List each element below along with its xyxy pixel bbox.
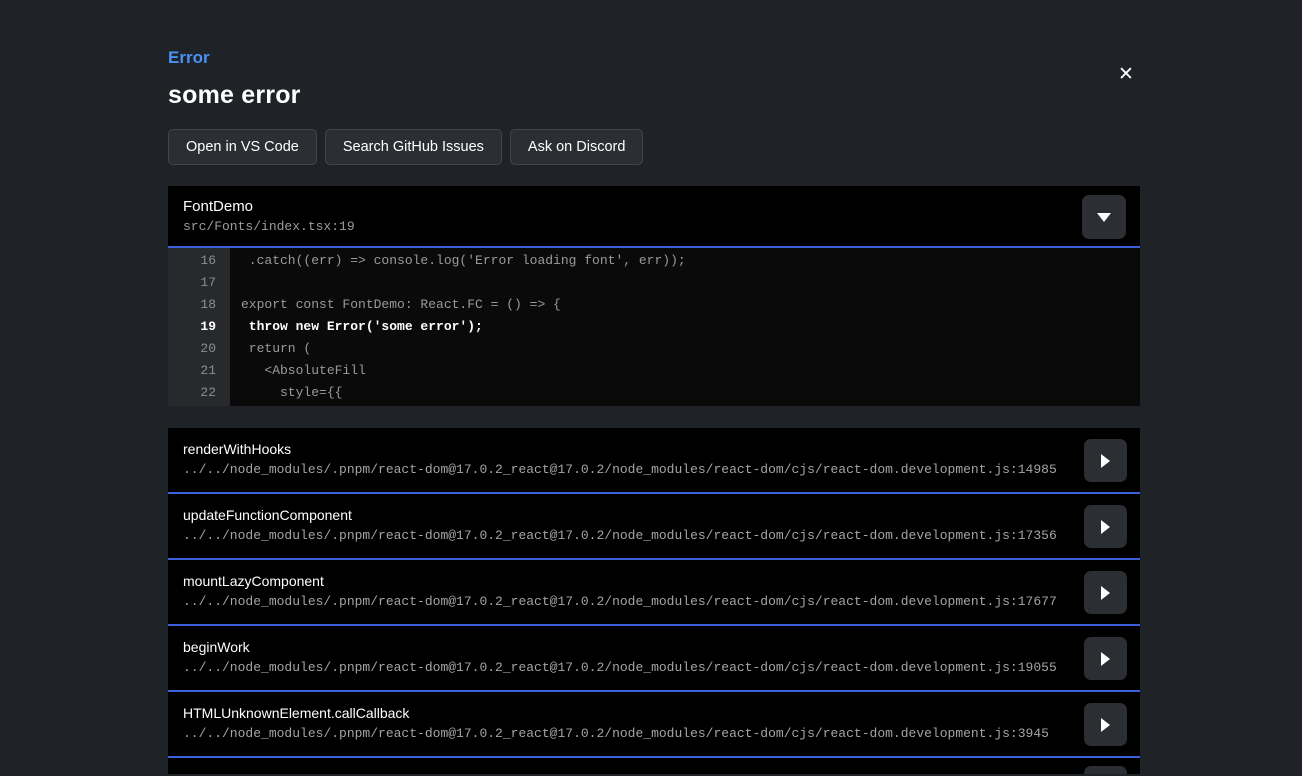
play-right-icon: [1101, 520, 1110, 534]
line-number: 20: [168, 338, 230, 360]
frame-source-path: ../../node_modules/.pnpm/react-dom@17.0.…: [183, 462, 1070, 477]
code-text: throw new Error('some error');: [230, 316, 483, 338]
code-snippet: 16 .catch((err) => console.log('Error lo…: [168, 248, 1140, 406]
stack-frame: renderWithHooks ../../node_modules/.pnpm/…: [168, 428, 1140, 494]
error-message: some error: [168, 81, 1140, 110]
error-overlay: ✕ Error some error Open in VS Code Searc…: [0, 0, 1302, 776]
code-frame-title: FontDemo: [183, 198, 1140, 215]
code-frame-location: src/Fonts/index.tsx:19: [183, 219, 1140, 234]
frame-function-name: beginWork: [183, 639, 1070, 655]
frame-function-name: HTMLUnknownElement.callCallback: [183, 705, 1070, 721]
code-text: return (: [230, 338, 311, 360]
stack-trace-list: renderWithHooks ../../node_modules/.pnpm/…: [168, 428, 1140, 774]
chevron-down-icon: [1097, 213, 1111, 222]
code-text: [230, 272, 241, 294]
line-number: 22: [168, 382, 230, 404]
frame-function-name: updateFunctionComponent: [183, 507, 1070, 523]
frame-source-path: ../../node_modules/.pnpm/react-dom@17.0.…: [183, 594, 1070, 609]
stack-frame: HTMLUnknownElement.callCallback ../../nod…: [168, 692, 1140, 758]
frame-function-name: mountLazyComponent: [183, 573, 1070, 589]
expand-frame-button[interactable]: [1084, 505, 1127, 548]
code-line-22: 22 style={{: [168, 382, 1140, 404]
line-number: 18: [168, 294, 230, 316]
code-text: style={{: [230, 382, 342, 404]
frame-source-path: ../../node_modules/.pnpm/react-dom@17.0.…: [183, 726, 1070, 741]
code-line-21: 21 <AbsoluteFill: [168, 360, 1140, 382]
stack-frame: updateFunctionComponent ../../node_module…: [168, 494, 1140, 560]
expand-frame-button[interactable]: [1084, 571, 1127, 614]
frame-source-path: ../../node_modules/.pnpm/react-dom@17.0.…: [183, 660, 1070, 675]
line-number: 16: [168, 250, 230, 272]
action-button-row: Open in VS Code Search GitHub Issues Ask…: [168, 129, 1140, 165]
line-number: 21: [168, 360, 230, 382]
code-line-16: 16 .catch((err) => console.log('Error lo…: [168, 250, 1140, 272]
code-frame-panel: FontDemo src/Fonts/index.tsx:19 16 .catc…: [168, 186, 1140, 406]
error-content: Error some error Open in VS Code Search …: [168, 0, 1140, 774]
ask-on-discord-button[interactable]: Ask on Discord: [510, 129, 644, 165]
code-text: export const FontDemo: React.FC = () => …: [230, 294, 561, 316]
expand-frame-button[interactable]: [1084, 439, 1127, 482]
code-line-19: 19 throw new Error('some error');: [168, 316, 1140, 338]
stack-frame: beginWork ../../node_modules/.pnpm/react-…: [168, 626, 1140, 692]
code-line-18: 18export const FontDemo: React.FC = () =…: [168, 294, 1140, 316]
code-line-20: 20 return (: [168, 338, 1140, 360]
expand-frame-button[interactable]: [1084, 766, 1127, 774]
code-text: .catch((err) => console.log('Error loadi…: [230, 250, 686, 272]
frame-source-path: ../../node_modules/.pnpm/react-dom@17.0.…: [183, 528, 1070, 543]
search-github-issues-button[interactable]: Search GitHub Issues: [325, 129, 502, 165]
error-type-label: Error: [168, 48, 1140, 68]
collapse-code-button[interactable]: [1082, 195, 1126, 239]
play-right-icon: [1101, 586, 1110, 600]
play-right-icon: [1101, 454, 1110, 468]
play-right-icon: [1101, 652, 1110, 666]
play-right-icon: [1101, 718, 1110, 732]
line-number: 17: [168, 272, 230, 294]
stack-frame-partial: [168, 758, 1140, 774]
code-frame-header: FontDemo src/Fonts/index.tsx:19: [168, 186, 1140, 248]
open-in-vscode-button[interactable]: Open in VS Code: [168, 129, 317, 165]
code-text: <AbsoluteFill: [230, 360, 366, 382]
expand-frame-button[interactable]: [1084, 637, 1127, 680]
stack-frame: mountLazyComponent ../../node_modules/.pn…: [168, 560, 1140, 626]
line-number: 19: [168, 316, 230, 338]
code-line-17: 17: [168, 272, 1140, 294]
expand-frame-button[interactable]: [1084, 703, 1127, 746]
frame-function-name: renderWithHooks: [183, 441, 1070, 457]
